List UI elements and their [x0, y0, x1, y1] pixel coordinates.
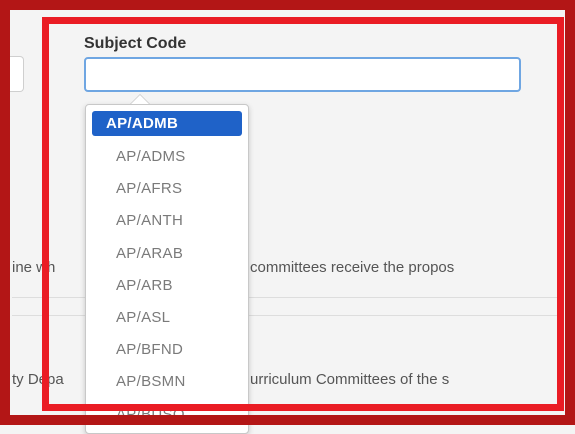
dropdown-option[interactable]: AP/BSMN: [92, 366, 242, 398]
dropdown-option[interactable]: AP/BFND: [92, 334, 242, 366]
subject-code-label: Subject Code: [84, 35, 187, 52]
dropdown-option[interactable]: AP/BUSO: [92, 399, 242, 431]
background-text-right-2: urriculum Committees of the s: [250, 371, 450, 388]
background-text-right-1: committees receive the propos: [250, 259, 455, 276]
partial-left-field[interactable]: [0, 56, 24, 92]
dropdown-option[interactable]: AP/ANTH: [92, 205, 242, 237]
background-text-left-2: ty Depa: [12, 371, 64, 388]
dropdown-option[interactable]: AP/ARAB: [92, 238, 242, 270]
screenshot-root: { "form": { "subject_code_label": "Subje…: [0, 0, 575, 434]
dropdown-option[interactable]: AP/ARB: [92, 270, 242, 302]
dropdown-option[interactable]: AP/ADMS: [92, 141, 242, 173]
dropdown-option[interactable]: AP/ASL: [92, 302, 242, 334]
subject-code-dropdown[interactable]: AP/ADMB AP/ADMS AP/AFRS AP/ANTH AP/ARAB …: [85, 104, 249, 434]
dropdown-option[interactable]: AP/AFRS: [92, 173, 242, 205]
dropdown-caret-icon: [130, 94, 150, 104]
dropdown-option-list: AP/ADMB AP/ADMS AP/AFRS AP/ANTH AP/ARAB …: [86, 105, 248, 431]
subject-code-input[interactable]: [84, 57, 521, 92]
background-text-left-1: ine wh: [12, 259, 56, 276]
dropdown-option-selected[interactable]: AP/ADMB: [92, 111, 242, 136]
